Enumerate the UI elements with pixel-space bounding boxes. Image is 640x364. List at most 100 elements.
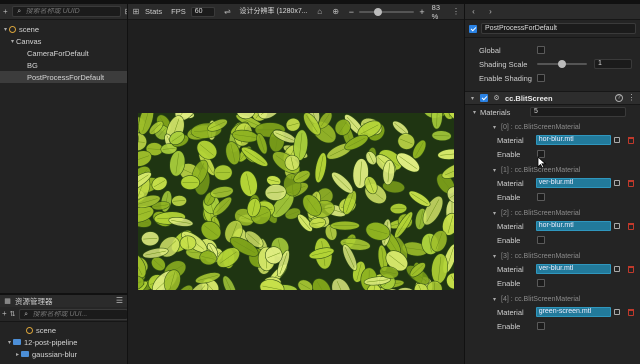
- delete-icon[interactable]: [628, 308, 635, 316]
- delete-icon[interactable]: [628, 222, 635, 230]
- align-icon[interactable]: ⇌: [224, 7, 232, 16]
- material-asset-field[interactable]: hor-blur.mtl: [535, 135, 612, 145]
- asset-item-scene[interactable]: scene: [0, 324, 127, 336]
- lock-icon[interactable]: [614, 223, 621, 229]
- tree-item-postprocess[interactable]: PostProcessForDefault: [0, 71, 127, 83]
- prop-label: Enable: [497, 321, 521, 331]
- zoom-in-button[interactable]: +: [419, 7, 424, 17]
- lock-icon[interactable]: [614, 180, 621, 186]
- materials-count-input[interactable]: 5: [530, 107, 626, 117]
- material-asset-field[interactable]: ver-blur.mtl: [535, 264, 612, 274]
- collapse-arrow-icon[interactable]: ▾: [2, 26, 9, 33]
- forward-icon[interactable]: ›: [486, 7, 495, 16]
- grid-icon[interactable]: ⊞: [132, 7, 140, 16]
- asset-item-label: scene: [36, 325, 57, 335]
- hierarchy-search-input[interactable]: [25, 8, 117, 15]
- material-enable-checkbox[interactable]: [537, 193, 545, 201]
- collapse-arrow-icon[interactable]: ▾: [491, 167, 498, 174]
- more-icon[interactable]: ⋮: [452, 7, 460, 16]
- component-header[interactable]: ▾ ⚙ cc.BlitScreen ? ⋮: [465, 91, 640, 105]
- collapse-arrow-icon[interactable]: ▸: [14, 351, 21, 358]
- delete-icon[interactable]: [628, 179, 635, 187]
- material-asset-field[interactable]: hor-blur.mtl: [535, 221, 612, 231]
- delete-icon[interactable]: [628, 136, 635, 144]
- lock-icon[interactable]: [614, 309, 621, 315]
- material-entry-header[interactable]: ▾ [0] : cc.BlitScreenMaterial: [465, 121, 640, 133]
- assets-search[interactable]: ⌕: [18, 308, 127, 320]
- material-entry-header[interactable]: ▾ [4] : cc.BlitScreenMaterial: [465, 293, 640, 305]
- sort-icon[interactable]: ⇅: [10, 310, 16, 319]
- tree-item-bg[interactable]: BG: [0, 59, 127, 71]
- back-icon[interactable]: ‹: [469, 7, 478, 16]
- shading-scale-knob[interactable]: [558, 60, 566, 68]
- collapse-arrow-icon[interactable]: ▾: [469, 95, 476, 102]
- zoom-slider-knob[interactable]: [374, 7, 383, 16]
- prop-label: Shading Scale: [479, 59, 528, 69]
- tree-item-scene[interactable]: ▾ scene: [0, 23, 127, 35]
- stats-toggle[interactable]: Stats: [145, 7, 162, 16]
- collapse-arrow-icon[interactable]: ▾: [9, 38, 16, 45]
- zoom-slider[interactable]: [358, 7, 415, 16]
- material-row: Material green-screen.mtl: [465, 305, 640, 319]
- material-entry: ▾ [3] : cc.BlitScreenMaterial Material v…: [465, 250, 640, 290]
- tree-item-canvas[interactable]: ▾ Canvas: [0, 35, 127, 47]
- node-active-checkbox[interactable]: [469, 24, 477, 33]
- prop-label: Enable: [497, 278, 521, 288]
- material-row: Material hor-blur.mtl: [465, 219, 640, 233]
- inspector-panel: ‹ › PostProcessForDefault Global Shading…: [464, 4, 640, 364]
- prop-label: Material: [497, 135, 524, 145]
- node-name-field[interactable]: PostProcessForDefault: [481, 23, 636, 34]
- material-entry-title: [4] : cc.BlitScreenMaterial: [501, 295, 581, 303]
- tree-item-camera[interactable]: CameraForDefault: [0, 47, 127, 59]
- material-row: Material ver-blur.mtl: [465, 262, 640, 276]
- shading-scale-slider[interactable]: [537, 60, 587, 68]
- material-entry-title: [2] : cc.BlitScreenMaterial: [501, 209, 581, 217]
- lock-icon[interactable]: [614, 137, 621, 143]
- collapse-arrow-icon[interactable]: ▾: [6, 339, 13, 346]
- scene-icon: [9, 25, 16, 33]
- collapse-arrow-icon[interactable]: ▾: [491, 253, 498, 260]
- material-asset-field[interactable]: green-screen.mtl: [535, 307, 612, 317]
- zoom-out-button[interactable]: −: [349, 7, 354, 17]
- node-header: PostProcessForDefault: [465, 20, 640, 38]
- asset-folder-gaussian-blur[interactable]: ▸ gaussian-blur: [0, 348, 127, 360]
- inspector-nav: ‹ ›: [465, 4, 640, 20]
- material-entry-header[interactable]: ▾ [3] : cc.BlitScreenMaterial: [465, 250, 640, 262]
- scene-toolbar: ⊞ Stats FPS 60 ⇌ 设计分辨率 (1280x7... ⌂ ⊕ − …: [128, 4, 464, 20]
- tree-item-label: PostProcessForDefault: [27, 72, 105, 82]
- collapse-arrow-icon[interactable]: ▾: [491, 210, 498, 217]
- material-enable-checkbox[interactable]: [537, 322, 545, 330]
- add-icon[interactable]: +: [3, 7, 8, 16]
- add-icon[interactable]: +: [2, 310, 7, 319]
- hierarchy-search[interactable]: ⌕: [11, 6, 121, 17]
- assets-search-input[interactable]: [32, 310, 124, 318]
- material-enable-checkbox[interactable]: [537, 236, 545, 244]
- asset-folder-12-post-pipeline[interactable]: ▾ 12-post-pipeline: [0, 336, 127, 348]
- prop-global: Global: [465, 43, 640, 57]
- fps-input[interactable]: 60: [190, 6, 215, 17]
- scene-viewport[interactable]: [128, 20, 464, 364]
- collapse-arrow-icon[interactable]: ▾: [491, 296, 498, 303]
- shading-scale-input[interactable]: 1: [594, 59, 632, 69]
- zoom-icon[interactable]: ⊕: [332, 7, 340, 16]
- material-entry-header[interactable]: ▾ [1] : cc.BlitScreenMaterial: [465, 164, 640, 176]
- delete-icon[interactable]: [628, 265, 635, 273]
- enable-shading-checkbox[interactable]: [537, 74, 545, 82]
- resolution-dropdown[interactable]: 设计分辨率 (1280x7...: [237, 7, 311, 17]
- lock-icon[interactable]: [614, 266, 621, 272]
- component-enabled-checkbox[interactable]: [480, 94, 488, 102]
- collapse-arrow-icon[interactable]: ▾: [491, 124, 498, 131]
- help-icon[interactable]: ?: [615, 94, 623, 102]
- material-entry-header[interactable]: ▾ [2] : cc.BlitScreenMaterial: [465, 207, 640, 219]
- asset-item-label: gaussian-blur: [32, 349, 78, 359]
- material-entry: ▾ [0] : cc.BlitScreenMaterial Material h…: [465, 121, 640, 161]
- enable-row: Enable: [465, 319, 640, 333]
- lock-icon[interactable]: ⌂: [316, 7, 324, 16]
- global-checkbox[interactable]: [537, 46, 545, 54]
- collapse-arrow-icon[interactable]: ▾: [471, 109, 478, 116]
- menu-icon[interactable]: ☰: [115, 297, 124, 306]
- assets-toolbar: + ⇅ ⌕ ⊟ ↻: [0, 307, 127, 322]
- material-asset-field[interactable]: ver-blur.mtl: [535, 178, 612, 188]
- component-menu-icon[interactable]: ⋮: [627, 94, 636, 103]
- material-enable-checkbox[interactable]: [537, 279, 545, 287]
